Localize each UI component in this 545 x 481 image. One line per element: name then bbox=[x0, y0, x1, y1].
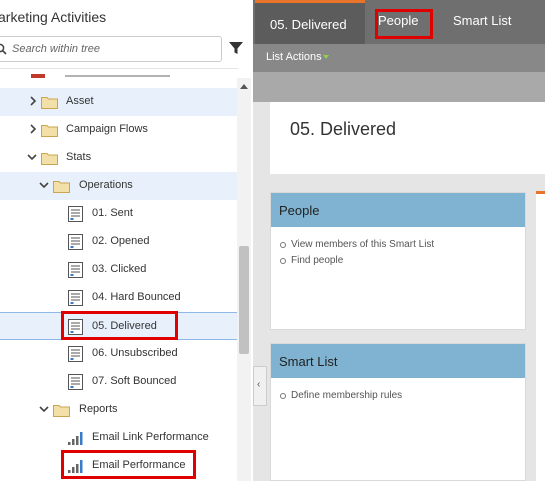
page-title: 05. Delivered bbox=[290, 119, 397, 139]
chevron-down-icon[interactable] bbox=[39, 180, 49, 190]
list-actions-menu[interactable]: List Actions bbox=[266, 51, 322, 63]
card-title: Smart List bbox=[279, 354, 338, 369]
smart-list-icon bbox=[68, 374, 83, 390]
folder-icon bbox=[53, 181, 70, 193]
link-find-people[interactable]: Find people bbox=[280, 255, 434, 271]
tree-item-asset[interactable]: Asset bbox=[0, 88, 237, 116]
tab-05-delivered[interactable]: 05. Delivered bbox=[255, 0, 365, 44]
card-links: View members of this Smart List Find peo… bbox=[280, 239, 434, 271]
tree-item-reports[interactable]: Reports bbox=[0, 396, 237, 424]
link-define-membership-rules[interactable]: Define membership rules bbox=[280, 390, 402, 406]
chevron-down-icon[interactable] bbox=[39, 404, 49, 414]
tree-item-label: Reports bbox=[79, 403, 118, 415]
search-input[interactable] bbox=[12, 40, 212, 58]
tree-item-07-soft-bounced[interactable]: 07. Soft Bounced bbox=[0, 368, 237, 396]
smart-list-icon bbox=[68, 346, 83, 362]
tab-smart-list[interactable]: Smart List bbox=[453, 13, 512, 28]
search-box[interactable] bbox=[0, 36, 222, 62]
tree-item-02-opened[interactable]: 02. Opened bbox=[0, 228, 237, 256]
tree-item-label: Email Link Performance bbox=[92, 431, 209, 443]
report-icon bbox=[68, 432, 83, 445]
card-title: People bbox=[279, 203, 320, 218]
smart-list-card: Smart List Define membership rules bbox=[270, 343, 526, 481]
smart-list-icon bbox=[68, 290, 83, 306]
link-view-members[interactable]: View members of this Smart List bbox=[280, 239, 434, 255]
sub-toolbar bbox=[253, 72, 545, 102]
dropdown-caret-icon[interactable] bbox=[323, 55, 329, 59]
tree-item-operations[interactable]: Operations bbox=[0, 172, 237, 200]
main-panel: 05. Delivered People Smart List List Act… bbox=[253, 0, 545, 481]
people-card: People View members of this Smart List F… bbox=[270, 192, 526, 330]
side-panel-edge bbox=[536, 191, 545, 481]
tree-item-stats[interactable]: Stats bbox=[0, 144, 237, 172]
scroll-up-icon[interactable] bbox=[240, 84, 248, 89]
card-links: Define membership rules bbox=[280, 390, 402, 406]
chevron-down-icon[interactable] bbox=[27, 152, 37, 162]
tree-item-label: Campaign Flows bbox=[66, 123, 148, 135]
tree-item-label: 02. Opened bbox=[92, 235, 150, 247]
tree-item-label: 03. Clicked bbox=[92, 263, 147, 275]
smart-list-icon bbox=[68, 262, 83, 278]
tree-item-label: Asset bbox=[66, 95, 94, 107]
chevron-right-icon[interactable] bbox=[28, 124, 38, 134]
tree-item-label: 06. Unsubscribed bbox=[92, 347, 178, 359]
action-bar: List Actions bbox=[253, 44, 545, 72]
filter-icon[interactable] bbox=[229, 41, 243, 55]
tree-item-label: Operations bbox=[79, 179, 133, 191]
smart-list-icon bbox=[68, 234, 83, 250]
highlight-box-delivered bbox=[61, 311, 178, 340]
chevron-right-icon[interactable] bbox=[28, 96, 38, 106]
tree-item-campaign-flows[interactable]: Campaign Flows bbox=[0, 116, 237, 144]
tree-scrollbar[interactable] bbox=[237, 78, 251, 481]
highlight-box-email-performance bbox=[61, 450, 196, 479]
tree-panel: arketing Activities Asset Campaign Flows… bbox=[0, 0, 253, 481]
tree-item-label: Stats bbox=[66, 151, 92, 163]
tree-item-label: 07. Soft Bounced bbox=[92, 375, 177, 387]
panel-title: arketing Activities bbox=[0, 9, 107, 25]
folder-icon bbox=[41, 125, 58, 137]
header-card: 05. Delivered bbox=[270, 102, 545, 174]
tree-item-01-sent[interactable]: 01. Sent bbox=[0, 200, 237, 228]
tree-item-label: 01. Sent bbox=[92, 207, 133, 219]
collapse-left-icon: ‹ bbox=[257, 379, 261, 390]
scroll-thumb[interactable] bbox=[239, 246, 249, 354]
card-header: Smart List bbox=[271, 344, 525, 378]
folder-icon bbox=[41, 97, 58, 109]
tree-item-04-hard-bounced[interactable]: 04. Hard Bounced bbox=[0, 284, 237, 312]
tree-item-03-clicked[interactable]: 03. Clicked bbox=[0, 256, 237, 284]
tree-item-label: 04. Hard Bounced bbox=[92, 291, 181, 303]
search-icon bbox=[0, 43, 7, 55]
tree-item-partial bbox=[0, 66, 237, 78]
tree-item-email-link-performance[interactable]: Email Link Performance bbox=[0, 424, 237, 452]
tab-label: 05. Delivered bbox=[270, 17, 347, 32]
collapse-panel-button[interactable]: ‹ bbox=[253, 366, 267, 406]
smart-list-icon bbox=[68, 206, 83, 222]
folder-icon bbox=[53, 405, 70, 417]
highlight-box-people-tab bbox=[375, 9, 433, 39]
tree-item-06-unsubscribed[interactable]: 06. Unsubscribed bbox=[0, 340, 237, 368]
folder-icon bbox=[41, 153, 58, 165]
card-header: People bbox=[271, 193, 525, 227]
